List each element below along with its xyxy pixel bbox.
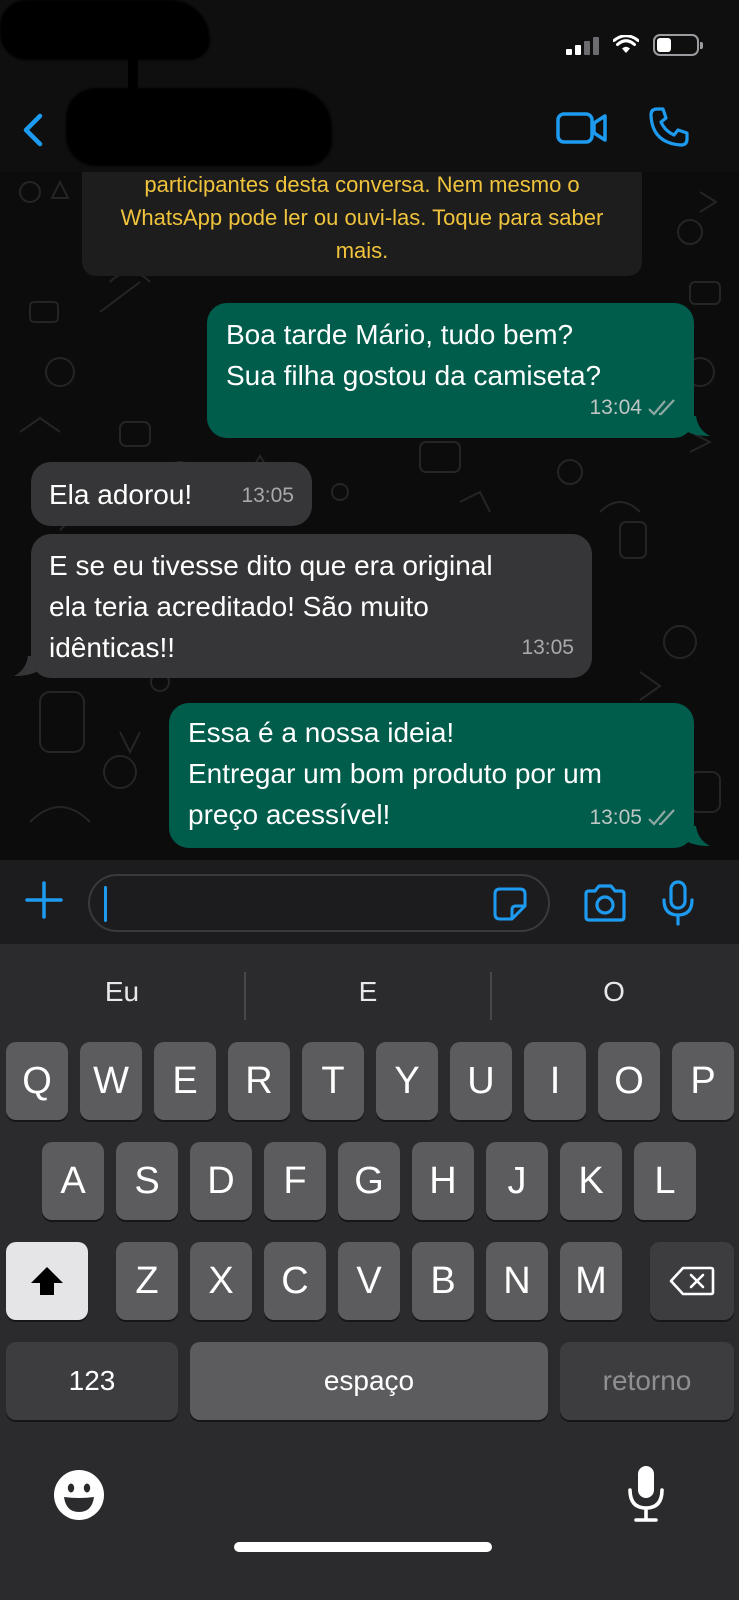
numbers-key[interactable]: 123: [6, 1342, 178, 1420]
key-e[interactable]: E: [154, 1042, 216, 1120]
suggestion-divider: [490, 972, 492, 1020]
message-bubble-incoming[interactable]: E se eu tivesse dito que era original el…: [31, 534, 592, 678]
text-cursor: [104, 886, 107, 922]
redacted-contact-name[interactable]: [66, 88, 332, 166]
key-r[interactable]: R: [228, 1042, 290, 1120]
message-meta: 13:05: [589, 797, 676, 838]
wifi-icon: [613, 35, 639, 53]
key-m[interactable]: M: [560, 1242, 622, 1320]
message-bubble-outgoing[interactable]: Essa é a nossa ideia! Entregar um bom pr…: [169, 703, 694, 848]
double-check-icon: [648, 398, 675, 416]
message-time: 13:05: [589, 806, 642, 829]
status-bar: [566, 34, 703, 56]
key-a[interactable]: A: [42, 1142, 104, 1220]
battery-icon: [653, 34, 703, 56]
space-key[interactable]: espaço: [190, 1342, 548, 1420]
key-q[interactable]: Q: [6, 1042, 68, 1120]
message-time: 13:05: [241, 484, 294, 507]
encryption-notice[interactable]: participantes desta conversa. Nem mesmo …: [82, 172, 642, 276]
suggestion-item[interactable]: O: [494, 962, 734, 1022]
video-camera-icon[interactable]: [556, 108, 608, 148]
bubble-tail: [688, 416, 710, 436]
plus-icon[interactable]: [24, 880, 64, 920]
key-l[interactable]: L: [634, 1142, 696, 1220]
bubble-tail: [14, 656, 36, 676]
key-n[interactable]: N: [486, 1242, 548, 1320]
message-input[interactable]: [88, 874, 550, 932]
key-h[interactable]: H: [412, 1142, 474, 1220]
message-time: 13:04: [589, 396, 642, 419]
sticker-icon[interactable]: [492, 886, 528, 922]
key-g[interactable]: G: [338, 1142, 400, 1220]
message-time: 13:05: [521, 636, 574, 659]
message-text: Boa tarde Mário, tudo bem? Sua filha gos…: [226, 319, 602, 391]
emoji-icon[interactable]: [52, 1468, 106, 1522]
backspace-key[interactable]: [650, 1242, 734, 1320]
suggestion-divider: [244, 972, 246, 1020]
predictive-suggestions: Eu E O: [0, 962, 739, 1022]
home-indicator: [234, 1542, 492, 1552]
message-input-bar: [0, 860, 739, 944]
key-v[interactable]: V: [338, 1242, 400, 1320]
chat-area[interactable]: participantes desta conversa. Nem mesmo …: [0, 172, 739, 860]
shift-arrow-icon: [31, 1267, 63, 1295]
message-meta: 13:04: [589, 387, 676, 428]
phone-icon[interactable]: [648, 106, 690, 148]
key-w[interactable]: W: [80, 1042, 142, 1120]
key-p[interactable]: P: [672, 1042, 734, 1120]
message-text: E se eu tivesse dito que era original el…: [49, 550, 493, 663]
shift-key[interactable]: [6, 1242, 88, 1320]
message-bubble-incoming[interactable]: Ela adorou! 13:05: [31, 462, 312, 526]
keyboard: Eu E O Q W E R T Y U I O P A S D F G H J…: [0, 944, 739, 1600]
redacted-area: [0, 0, 210, 60]
backspace-icon: [669, 1266, 715, 1296]
key-b[interactable]: B: [412, 1242, 474, 1320]
return-key[interactable]: retorno: [560, 1342, 734, 1420]
microphone-icon[interactable]: [660, 880, 696, 926]
key-j[interactable]: J: [486, 1142, 548, 1220]
key-c[interactable]: C: [264, 1242, 326, 1320]
message-meta: 13:05: [241, 475, 294, 516]
back-chevron-icon[interactable]: [14, 106, 54, 154]
key-t[interactable]: T: [302, 1042, 364, 1120]
key-u[interactable]: U: [450, 1042, 512, 1120]
bubble-tail: [688, 826, 710, 846]
dictation-microphone-icon[interactable]: [624, 1464, 668, 1524]
key-f[interactable]: F: [264, 1142, 326, 1220]
key-d[interactable]: D: [190, 1142, 252, 1220]
key-o[interactable]: O: [598, 1042, 660, 1120]
key-k[interactable]: K: [560, 1142, 622, 1220]
camera-icon[interactable]: [582, 884, 628, 922]
key-i[interactable]: I: [524, 1042, 586, 1120]
suggestion-item[interactable]: E: [248, 962, 488, 1022]
header: [0, 0, 739, 172]
key-s[interactable]: S: [116, 1142, 178, 1220]
message-bubble-outgoing[interactable]: Boa tarde Mário, tudo bem? Sua filha gos…: [207, 303, 694, 438]
cellular-signal-icon: [566, 35, 599, 55]
suggestion-item[interactable]: Eu: [2, 962, 242, 1022]
key-y[interactable]: Y: [376, 1042, 438, 1120]
double-check-icon: [648, 808, 675, 826]
message-meta: 13:05: [521, 627, 574, 668]
key-x[interactable]: X: [190, 1242, 252, 1320]
key-z[interactable]: Z: [116, 1242, 178, 1320]
encryption-notice-text: participantes desta conversa. Nem mesmo …: [120, 172, 604, 263]
